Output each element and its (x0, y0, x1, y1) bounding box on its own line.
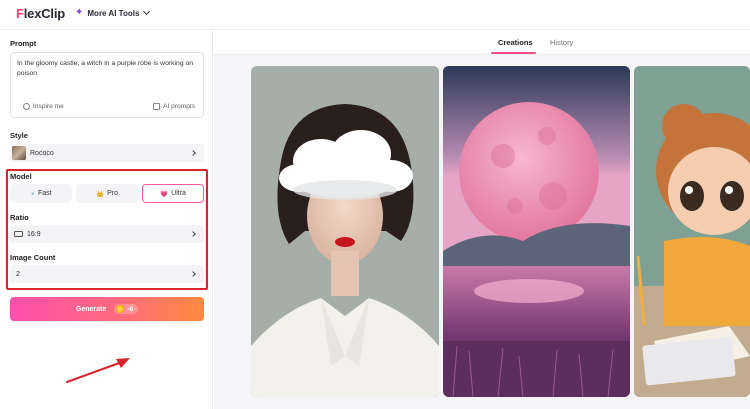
tab-history[interactable]: History (550, 38, 573, 47)
credit-value: -6 (127, 305, 134, 313)
model-fast-button[interactable]: ⚡ Fast (10, 184, 72, 203)
image-count-select[interactable]: 2 (10, 265, 204, 283)
flexclip-logo[interactable]: FlexClip (16, 6, 65, 21)
chevron-right-icon (190, 149, 196, 156)
ratio-select[interactable]: 16:9 (10, 225, 204, 243)
left-panel: Prompt In the gloomy castle, a witch in … (0, 30, 213, 409)
active-tab-indicator (491, 52, 536, 54)
creations-area: Creations History (214, 30, 750, 409)
inspire-me-button[interactable]: Inspire me (23, 103, 64, 110)
generate-label: Generate (75, 305, 107, 313)
chevron-right-icon (190, 270, 196, 277)
more-ai-tools-menu[interactable]: ✦ More AI Tools (75, 7, 151, 18)
cartoon-girl-illustration (634, 66, 750, 397)
pink-moon-illustration (443, 66, 630, 397)
ai-prompts-label: AI prompts (163, 103, 195, 110)
logo-mark: F (16, 6, 24, 21)
prompt-text[interactable]: In the gloomy castle, a witch in a purpl… (17, 59, 199, 79)
ai-prompt-icon (153, 103, 161, 110)
style-value: Rococo (30, 149, 54, 157)
tab-creations[interactable]: Creations (498, 38, 533, 47)
model-pro-label: Pro (107, 190, 118, 197)
model-label: Model (10, 172, 32, 181)
lightbulb-icon (23, 103, 30, 110)
crown-icon: 👑 (96, 190, 105, 198)
coin-icon (116, 305, 125, 313)
generated-image-1[interactable] (251, 66, 439, 397)
sparkle-icon: ✦ (75, 7, 84, 18)
image-count-label: Image Count (10, 253, 56, 262)
ratio-label: Ratio (10, 213, 29, 222)
prompt-textarea[interactable]: In the gloomy castle, a witch in a purpl… (10, 52, 204, 118)
generated-image-2[interactable] (443, 66, 630, 397)
model-selector: ⚡ Fast 👑 Pro 💗 Ultra (10, 184, 204, 203)
ratio-value: 16:9 (27, 230, 41, 238)
model-fast-label: Fast (37, 190, 52, 197)
tab-bar: Creations History (214, 30, 750, 55)
chevron-down-icon (143, 7, 151, 16)
generated-image-3[interactable] (634, 66, 750, 397)
ai-prompts-button[interactable]: AI prompts (153, 103, 195, 110)
style-label: Style (10, 131, 28, 140)
red-arrow-annotation (66, 358, 130, 383)
top-header: FlexClip ✦ More AI Tools (0, 0, 750, 30)
style-thumbnail (12, 146, 26, 160)
image-count-value: 2 (16, 270, 20, 278)
style-select[interactable]: Rococo (10, 144, 204, 162)
chevron-right-icon (190, 230, 196, 237)
credit-cost-badge: -6 (114, 304, 139, 314)
prompt-actions: Inspire me AI prompts (23, 103, 195, 110)
lightning-icon: ⚡ (30, 190, 35, 198)
generate-button[interactable]: Generate -6 (10, 297, 204, 321)
model-ultra-label: Ultra (171, 190, 186, 197)
model-pro-button[interactable]: 👑 Pro (76, 184, 138, 203)
model-ultra-button[interactable]: 💗 Ultra (142, 184, 204, 203)
inspire-me-label: Inspire me (33, 103, 64, 110)
logo-text: lexClip (23, 6, 65, 21)
heart-icon: 💗 (160, 190, 169, 198)
woman-cloud-illustration (251, 66, 439, 397)
prompt-label: Prompt (10, 39, 37, 48)
aspect-ratio-icon (14, 231, 23, 237)
more-ai-tools-label: More AI Tools (87, 8, 140, 18)
